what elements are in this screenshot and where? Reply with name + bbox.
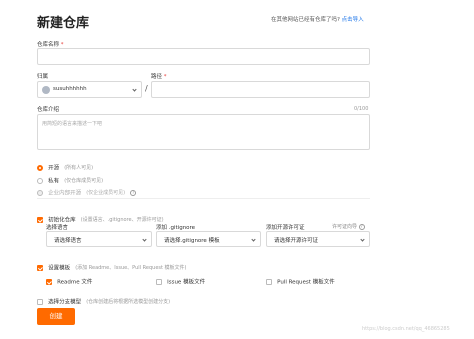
license-wizard-link[interactable]: 许可证向导 ? (332, 223, 365, 230)
branch-model-note: (仓库创建后将根据所选模型创建分支) (86, 299, 171, 305)
chevron-down-icon (251, 237, 256, 242)
license-wizard-text: 许可证向导 (332, 224, 358, 230)
create-button[interactable]: 创建 (37, 308, 75, 325)
template-checkbox[interactable] (37, 264, 43, 271)
watermark: https://blog.csdn.net/qq_46865285 (362, 326, 450, 332)
help-icon: ? (358, 223, 365, 230)
import-hint: 在其他网站已经有仓库了吗? 点击导入 (271, 15, 364, 23)
chevron-down-icon (360, 237, 365, 242)
gitignore-value: 请选择.gitignore 模板 (164, 238, 220, 244)
description-placeholder: 用简短的语言来描述一下吧 (42, 121, 103, 127)
gitignore-select[interactable]: 请选择.gitignore 模板 (156, 231, 261, 247)
repo-name-label: 仓库名称 * (37, 40, 64, 48)
path-input[interactable] (151, 81, 370, 98)
branch-model-checkbox[interactable] (37, 298, 43, 305)
language-value: 请选择语言 (54, 238, 82, 244)
license-select[interactable]: 请选择开源许可证 (266, 231, 370, 247)
internal-label: 企业内部开源 (48, 190, 82, 197)
gitignore-label: 添加 .gitignore (156, 225, 196, 231)
required-mark: * (163, 74, 167, 80)
path-separator: / (145, 84, 148, 93)
description-counter: 0/100 (354, 106, 369, 112)
repo-name-input[interactable] (37, 48, 370, 65)
description-textarea[interactable]: 用简短的语言来描述一下吧 (37, 114, 370, 150)
issue-template-label: Issue 模板文件 (167, 279, 206, 286)
owner-label: 归属 (37, 74, 49, 80)
owner-select[interactable]: susuhhhhhh (37, 81, 142, 98)
init-repo-note: (设置语言、.gitignore、开源许可证) (80, 217, 164, 223)
page-title: 新建仓库 (37, 16, 90, 31)
language-select[interactable]: 请选择语言 (46, 231, 152, 247)
chevron-down-icon (132, 87, 137, 92)
readme-label: Readme 文件 (57, 279, 93, 286)
internal-note: (仅企业成员可见) (86, 190, 126, 196)
path-label: 路径 * (151, 72, 167, 80)
branch-model-label: 选择分支模型 (48, 299, 82, 306)
readme-checkbox[interactable] (46, 278, 52, 285)
pr-template-checkbox[interactable] (266, 278, 272, 285)
language-label: 选择语言 (46, 225, 69, 231)
issue-template-option[interactable]: Issue 模板文件 (156, 271, 205, 290)
import-hint-text: 在其他网站已经有仓库了吗? (271, 17, 340, 23)
issue-template-checkbox[interactable] (156, 278, 162, 285)
avatar (42, 86, 50, 94)
license-label: 添加开源许可证 (266, 225, 305, 231)
chevron-down-icon (142, 237, 147, 242)
radio-internal (37, 189, 43, 196)
license-value: 请选择开源许可证 (274, 238, 319, 244)
pr-template-label: Pull Request 模板文件 (277, 279, 335, 286)
description-label: 仓库介绍 (37, 107, 60, 113)
readme-option[interactable]: Readme 文件 (46, 271, 92, 290)
owner-value: susuhhhhhh (53, 86, 87, 92)
import-link[interactable]: 点击导入 (342, 17, 364, 23)
pr-template-option[interactable]: Pull Request 模板文件 (266, 271, 335, 290)
path-label-text: 路径 (151, 74, 163, 80)
init-repo-checkbox[interactable] (37, 216, 43, 223)
divider (37, 198, 370, 199)
help-icon[interactable]: ? (130, 189, 137, 196)
